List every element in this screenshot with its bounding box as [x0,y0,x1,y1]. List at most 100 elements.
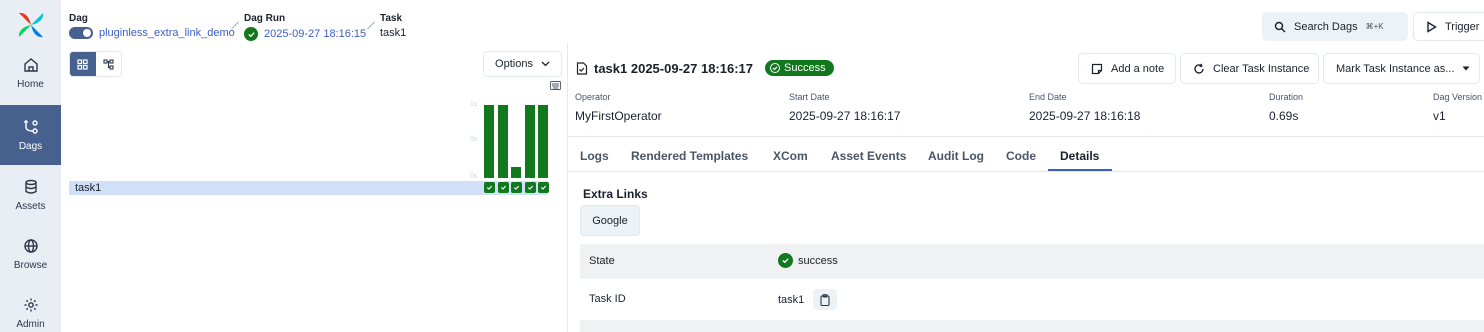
sidebar-item-assets[interactable]: Assets [0,166,61,224]
task-instance-header: task1 2025-09-27 18:16:17 Success [576,60,834,76]
globe-icon [23,238,38,253]
grid-icon [77,58,88,70]
search-icon [1274,21,1286,32]
dag-pause-toggle[interactable] [69,27,93,39]
run-duration-bar[interactable] [538,105,548,178]
breadcrumb-dag-title: Dag [69,13,88,24]
task-instance-cell[interactable] [524,182,536,193]
details-row-state: State success [580,244,1484,279]
active-tab-indicator [1048,169,1112,171]
refresh-icon [1194,63,1204,74]
gear-icon [24,298,37,311]
search-dags-button[interactable]: Search Dags ⌘+K [1262,12,1408,41]
breadcrumb-task-title: Task [380,13,403,24]
sidebar-item-dags[interactable]: Dags [0,105,61,165]
extra-links-title: Extra Links [583,187,648,201]
check-icon [527,185,533,190]
google-link-button[interactable]: Google [580,205,640,236]
breadcrumb-run-link[interactable]: 2025-09-27 18:16:15 [264,28,366,40]
duration-axis-top: 1s [470,101,478,108]
add-note-label: Add a note [1111,62,1165,75]
home-icon [23,57,38,72]
options-button[interactable]: Options [483,51,562,77]
sidebar-item-browse[interactable]: Browse [0,225,61,283]
breadcrumb-task-name: task1 [380,27,407,39]
grid-task-row[interactable]: task1 [69,181,548,195]
task-instance-cell[interactable] [483,182,495,193]
sidebar-item-admin[interactable]: Admin [0,284,61,332]
task-instance-cell[interactable] [497,182,509,193]
tab-asset-events[interactable]: Asset Events [831,149,906,163]
run-type-icon [541,170,546,183]
run-duration-bar[interactable] [498,105,508,178]
caret-down-icon [1462,66,1470,71]
run-duration-bar[interactable] [525,105,535,178]
app-root: Home Dags Assets Browse Admin Dag plugin… [0,0,1484,332]
task-id-value: task1 [778,293,805,306]
grid-task-name: task1 [75,182,102,194]
search-label: Search Dags [1294,20,1358,33]
check-icon [486,185,492,190]
run-type-icon [501,170,506,183]
dag-version-value: v1 [1433,109,1446,123]
duration-axis-bottom: 0s [470,173,478,180]
success-check-icon [244,27,258,41]
clipboard-icon [820,293,830,306]
trigger-button[interactable]: Trigger [1413,12,1484,41]
task-instance-cell[interactable] [510,182,522,193]
sidebar-item-home[interactable]: Home [0,44,61,102]
copy-task-id-button[interactable] [813,289,838,310]
clear-task-instance-button[interactable]: Clear Task Instance [1180,53,1319,84]
duration-value: 0.69s [1269,109,1299,123]
details-row-task-id: Task ID task1 [580,282,1484,317]
dags-icon [23,119,38,134]
task-instance-title: task1 2025-09-27 18:16:17 [594,60,754,76]
end-date-label: End Date [1029,92,1067,102]
trigger-label: Trigger [1445,20,1480,33]
tab-code[interactable]: Code [1006,149,1036,163]
sidebar-item-label: Dags [18,140,43,152]
tab-xcom[interactable]: XCom [773,149,808,163]
keyboard-icon[interactable] [550,81,561,90]
task-file-icon [576,61,588,75]
tab-details[interactable]: Details [1060,149,1099,163]
state-badge: Success [765,60,834,76]
run-duration-bar[interactable] [484,105,494,178]
breadcrumb-dag: Dag pluginless_extra_link_demo [69,13,235,39]
sidebar: Home Dags Assets Browse Admin [0,0,61,332]
check-icon [770,63,781,73]
clear-task-instance-label: Clear Task Instance [1213,62,1310,75]
check-icon [540,185,546,190]
state-label: State [589,255,615,267]
tab-audit-log[interactable]: Audit Log [928,149,984,163]
state-badge-label: Success [784,62,826,74]
success-check-icon [778,253,793,268]
play-icon [1427,20,1437,33]
task-instance-cell[interactable] [537,182,549,193]
mark-task-instance-button[interactable]: Mark Task Instance as... [1323,53,1480,84]
check-icon [513,185,519,190]
breadcrumb-task: Task task1 [380,13,406,39]
database-icon [24,179,37,194]
sidebar-item-label: Browse [13,259,48,271]
grid-view-button[interactable] [70,52,96,76]
breadcrumb-dag-link[interactable]: pluginless_extra_link_demo [99,27,235,39]
end-date-value: 2025-09-27 18:16:18 [1029,109,1141,123]
airflow-logo-icon[interactable] [16,10,46,40]
run-type-icon [528,170,533,183]
run-type-icon [514,170,519,183]
tab-logs[interactable]: Logs [580,149,609,163]
duration-axis-mid: 0s [470,136,478,143]
operator-label: Operator [575,92,611,102]
search-shortcut: ⌘+K [1365,22,1384,31]
tab-rendered-templates[interactable]: Rendered Templates [631,149,748,163]
view-toggle [69,51,122,77]
graph-icon [103,58,114,70]
graph-view-button[interactable] [96,52,122,76]
operator-value: MyFirstOperator [575,109,662,123]
state-value: success [798,254,838,267]
breadcrumb-run-title: Dag Run [244,13,286,24]
add-note-button[interactable]: Add a note [1078,53,1176,84]
breadcrumb-run: Dag Run 2025-09-27 18:16:15 [244,13,366,41]
sidebar-item-label: Admin [16,318,45,330]
